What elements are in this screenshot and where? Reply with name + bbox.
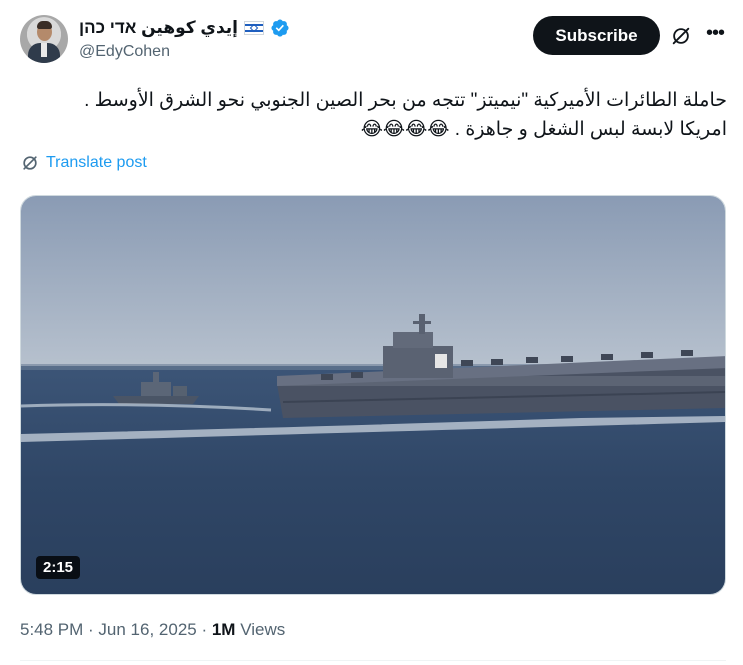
post-date[interactable]: Jun 16, 2025 — [98, 620, 196, 640]
post-text-line: حاملة الطائرات الأميركية "نيميتز" تتجه م… — [84, 90, 727, 111]
post-meta: 5:48 PM · Jun 16, 2025 · 1M Views — [20, 620, 285, 640]
avatar[interactable] — [20, 15, 68, 63]
more-options-icon[interactable]: ••• — [704, 23, 726, 47]
verified-badge-icon — [271, 19, 289, 37]
post-text: حاملة الطائرات الأميركية "نيميتز" تتجه م… — [20, 86, 727, 144]
subscribe-button[interactable]: Subscribe — [533, 16, 660, 55]
sky — [21, 196, 725, 376]
post-time[interactable]: 5:48 PM — [20, 620, 83, 640]
views-label: Views — [235, 620, 286, 639]
meta-separator: · — [83, 620, 99, 639]
translate-icon — [23, 156, 37, 170]
israel-flag-icon — [244, 21, 264, 35]
meta-separator: · — [196, 620, 212, 639]
post-text-line: امريكا لابسة لبس الشغل و جاهزة . 😂😂😂😂 — [360, 119, 727, 140]
author-display-name[interactable]: إيدي كوهين אדי כהן — [79, 18, 238, 38]
video-duration: 2:15 — [36, 556, 81, 579]
translate-post-link[interactable]: Translate post — [20, 153, 147, 173]
translate-post-label[interactable]: Translate post — [46, 154, 147, 172]
video-frame — [21, 196, 725, 594]
divider — [20, 660, 726, 661]
author-name-row[interactable]: إيدي كوهين אדי כהן — [79, 16, 290, 40]
author-handle[interactable]: @EdyCohen — [79, 43, 170, 61]
grok-icon[interactable] — [670, 25, 692, 47]
views-count: 1M — [211, 620, 236, 639]
video-player[interactable]: 2:15 — [20, 195, 726, 595]
